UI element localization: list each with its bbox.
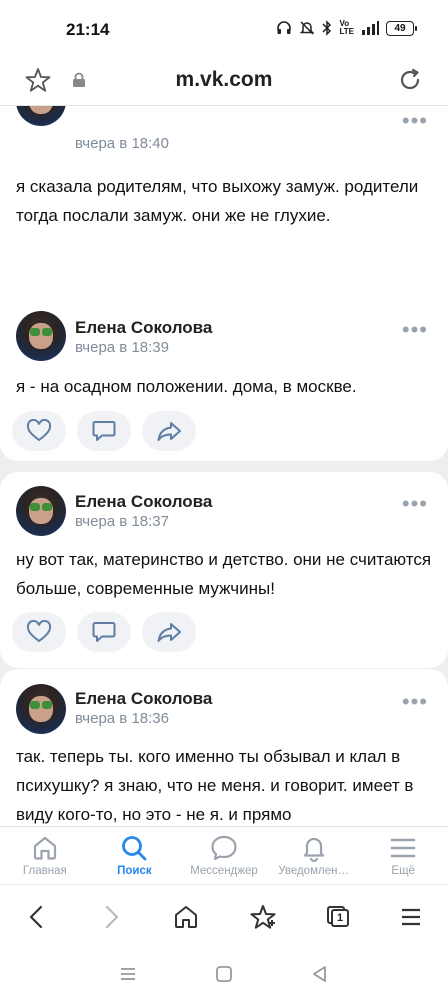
url-bar: m.vk.com xyxy=(0,56,448,106)
nav-more-label: Ещё xyxy=(391,865,415,877)
comment-icon xyxy=(92,421,116,441)
tabs-count: 1 xyxy=(331,908,349,927)
share-icon xyxy=(157,422,181,441)
comment-text: ну вот так, материнство и детство. они н… xyxy=(16,550,432,598)
status-icons: Vo LTE 49 xyxy=(276,19,417,36)
nav-search-label: Поиск xyxy=(117,865,152,877)
bookmark-star-icon[interactable] xyxy=(249,903,277,931)
comment-text: так. теперь ты. кого именно ты обзывал и… xyxy=(16,747,414,824)
comment-text: я сказала родителям, что выхожу замуж. р… xyxy=(16,177,419,225)
recent-apps-icon[interactable] xyxy=(118,964,138,984)
status-bar: 21:14 Vo LTE 49 xyxy=(0,0,448,56)
more-icon[interactable]: ••• xyxy=(402,691,428,713)
forward-icon[interactable] xyxy=(99,903,123,931)
comment-text: я - на осадном положении. дома, в москве… xyxy=(16,377,357,396)
avatar[interactable] xyxy=(16,106,66,126)
search-icon xyxy=(122,836,147,861)
heart-icon xyxy=(26,620,52,643)
nav-messenger[interactable]: Мессенджер xyxy=(179,827,269,884)
browser-home-icon[interactable] xyxy=(173,904,199,930)
reload-icon[interactable] xyxy=(396,66,424,94)
battery-icon: 49 xyxy=(386,20,417,36)
browser-menu-icon[interactable] xyxy=(399,905,423,929)
comment-actions xyxy=(12,411,196,451)
comment-author[interactable]: Елена Соколова xyxy=(75,318,212,338)
status-time: 21:14 xyxy=(66,20,110,39)
url-text[interactable]: m.vk.com xyxy=(0,68,448,92)
like-button[interactable] xyxy=(12,411,66,451)
comment-author[interactable]: Елена Соколова xyxy=(75,492,212,512)
tabs-button[interactable]: 1 xyxy=(327,905,349,928)
comment-actions xyxy=(12,612,196,652)
more-icon[interactable]: ••• xyxy=(402,319,428,341)
share-icon xyxy=(157,623,181,642)
nav-notifications-label: Уведомлен… xyxy=(278,865,349,877)
browser-toolbar: 1 xyxy=(0,884,448,948)
mute-bell-icon xyxy=(300,21,315,35)
comment-card: Елена Соколова вчера в 18:37 ••• ну вот … xyxy=(0,472,448,668)
comment-time: вчера в 18:39 xyxy=(75,339,169,356)
nav-home[interactable]: Главная xyxy=(0,827,90,884)
comment-author[interactable]: Елена Соколова xyxy=(75,689,212,709)
bluetooth-icon xyxy=(322,20,332,36)
comment-card: Елена Соколова вчера в 18:39 ••• я - на … xyxy=(0,297,448,461)
avatar[interactable] xyxy=(16,486,66,536)
reply-button[interactable] xyxy=(77,612,131,652)
nav-messenger-label: Мессенджер xyxy=(190,865,258,877)
headphones-icon xyxy=(277,21,292,34)
system-navigation xyxy=(0,948,448,1000)
menu-icon xyxy=(390,838,416,858)
avatar[interactable] xyxy=(16,684,66,734)
nav-search[interactable]: Поиск xyxy=(90,827,180,884)
comment-time: вчера в 18:40 xyxy=(75,135,169,152)
nav-notifications[interactable]: Уведомлен… xyxy=(269,827,359,884)
bell-icon xyxy=(303,837,324,863)
comment-time: вчера в 18:36 xyxy=(75,710,169,727)
signal-icon xyxy=(362,21,379,35)
bottom-navigation: Главная Поиск Мессенджер Уведомлен… Ещё xyxy=(0,826,448,884)
nav-more[interactable]: Ещё xyxy=(358,827,448,884)
comments-feed[interactable]: вчера в 18:40 ••• я сказала родителям, ч… xyxy=(0,106,448,826)
avatar[interactable] xyxy=(16,311,66,361)
messenger-icon xyxy=(211,835,237,861)
comment-card: Елена Соколова вчера в 18:36 ••• так. те… xyxy=(0,669,448,826)
heart-icon xyxy=(26,419,52,442)
comment-time: вчера в 18:37 xyxy=(75,513,169,530)
volte-icon: Vo LTE xyxy=(339,19,354,36)
more-icon[interactable]: ••• xyxy=(402,110,428,132)
share-button[interactable] xyxy=(142,411,196,451)
system-home-icon[interactable] xyxy=(214,964,234,984)
share-button[interactable] xyxy=(142,612,196,652)
nav-home-label: Главная xyxy=(22,865,67,877)
more-icon[interactable]: ••• xyxy=(402,493,428,515)
comment-icon xyxy=(92,622,116,642)
back-icon[interactable] xyxy=(25,903,49,931)
reply-button[interactable] xyxy=(77,411,131,451)
like-button[interactable] xyxy=(12,612,66,652)
home-icon xyxy=(33,836,56,860)
system-back-icon[interactable] xyxy=(310,964,330,984)
